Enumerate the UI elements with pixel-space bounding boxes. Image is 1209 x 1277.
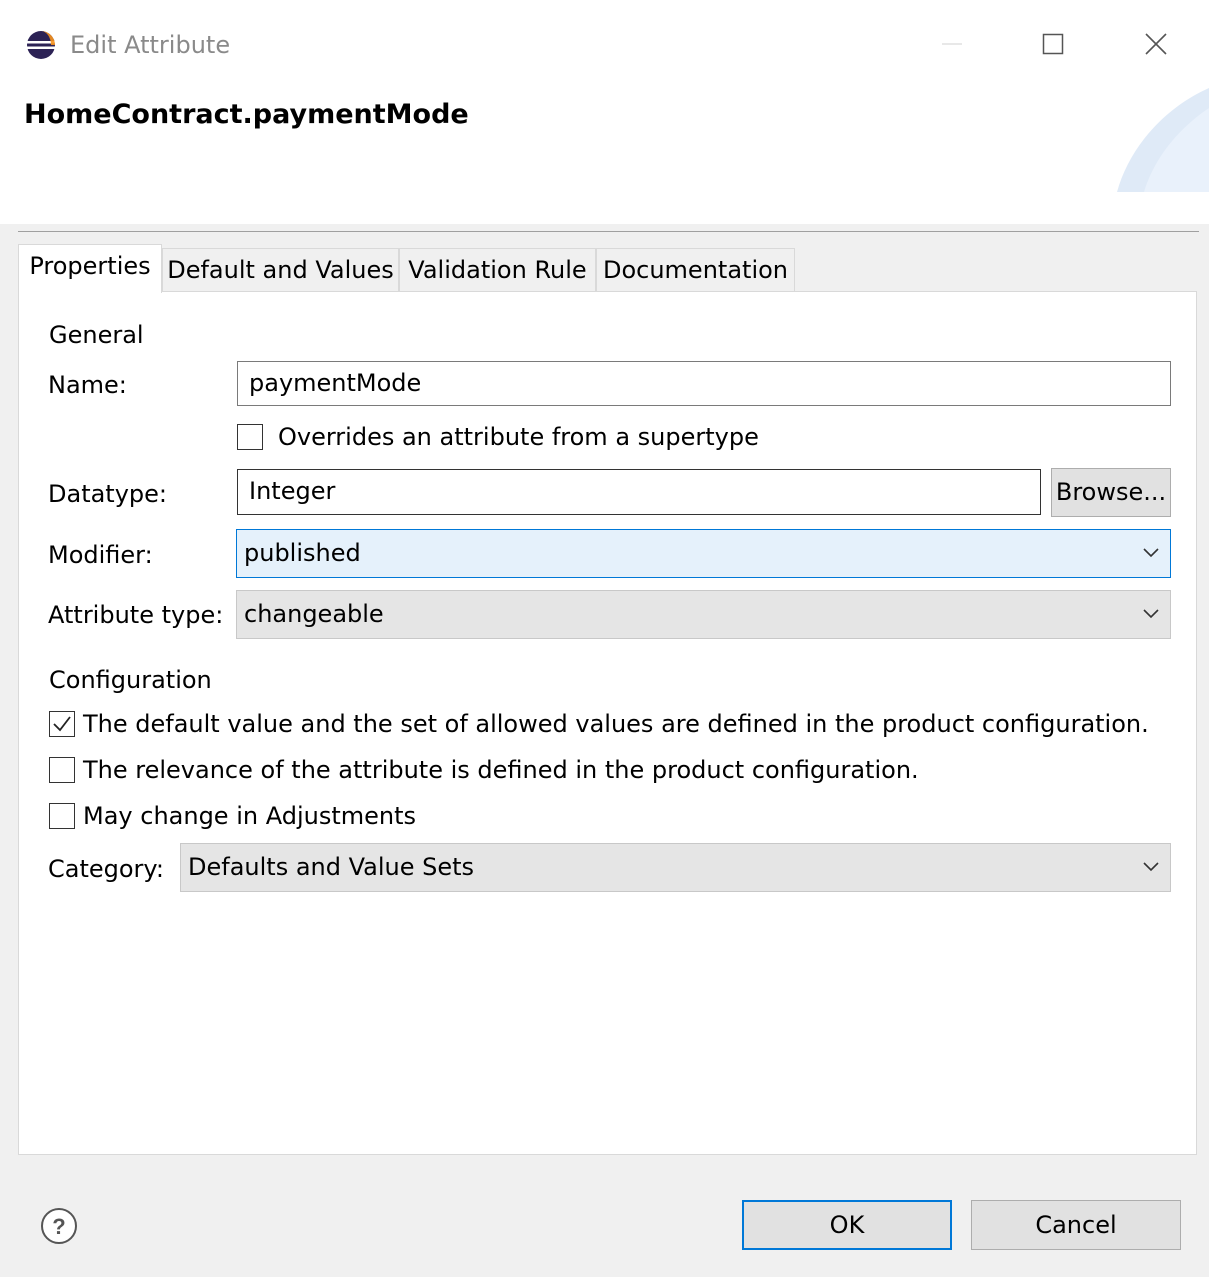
dialog-heading: HomeContract.paymentMode xyxy=(24,99,469,130)
name-field[interactable]: paymentMode xyxy=(237,361,1171,406)
help-button[interactable]: ? xyxy=(40,1207,78,1245)
maximize-icon xyxy=(1042,33,1064,55)
properties-panel: General Name: paymentMode Overrides an a… xyxy=(18,291,1197,1155)
chevron-down-icon xyxy=(1143,862,1159,872)
help-icon: ? xyxy=(41,1208,77,1244)
config-option-label-2: The relevance of the attribute is define… xyxy=(83,756,919,784)
tab-properties[interactable]: Properties xyxy=(18,244,162,293)
chevron-down-icon xyxy=(1143,548,1159,558)
modifier-value: published xyxy=(244,539,361,567)
close-icon xyxy=(1145,33,1167,55)
configuration-heading: Configuration xyxy=(49,666,212,694)
banner-graphic xyxy=(1117,88,1209,192)
general-heading: General xyxy=(49,321,144,349)
modifier-dropdown[interactable]: published xyxy=(236,529,1171,578)
edit-attribute-dialog: Edit Attribute HomeContract.paymentMode xyxy=(0,0,1209,1277)
minimize-button[interactable] xyxy=(928,22,976,66)
close-button[interactable] xyxy=(1132,22,1180,66)
overrides-label: Overrides an attribute from a supertype xyxy=(278,423,759,451)
maximize-button[interactable] xyxy=(1029,22,1077,66)
checkmark-icon xyxy=(53,716,71,732)
name-label: Name: xyxy=(48,371,127,399)
window-title: Edit Attribute xyxy=(70,31,231,59)
overrides-checkbox[interactable] xyxy=(237,424,263,450)
category-value: Defaults and Value Sets xyxy=(188,853,475,881)
minimize-icon xyxy=(942,43,962,45)
modifier-label: Modifier: xyxy=(48,541,153,569)
config-option-label-3: May change in Adjustments xyxy=(83,802,416,830)
ok-button[interactable]: OK xyxy=(742,1200,952,1250)
header-banner: HomeContract.paymentMode xyxy=(0,88,1209,224)
config-option-label-1: The default value and the set of allowed… xyxy=(83,710,1149,738)
attribute-type-label: Attribute type: xyxy=(48,601,224,629)
eclipse-icon xyxy=(26,30,56,60)
datatype-label: Datatype: xyxy=(48,480,168,508)
tab-validation-rule[interactable]: Validation Rule xyxy=(399,248,596,292)
tab-documentation[interactable]: Documentation xyxy=(596,248,795,292)
title-bar: Edit Attribute xyxy=(0,0,1209,88)
attribute-type-dropdown[interactable]: changeable xyxy=(236,590,1171,639)
config-option-checkbox-3[interactable] xyxy=(49,803,75,829)
category-label: Category: xyxy=(48,855,164,883)
attribute-type-value: changeable xyxy=(244,600,384,628)
header-separator xyxy=(18,231,1199,232)
config-option-checkbox-2[interactable] xyxy=(49,757,75,783)
tab-default-and-values[interactable]: Default and Values xyxy=(162,248,399,292)
chevron-down-icon xyxy=(1143,609,1159,619)
category-dropdown[interactable]: Defaults and Value Sets xyxy=(180,843,1171,892)
datatype-field[interactable]: Integer xyxy=(237,469,1041,515)
svg-text:?: ? xyxy=(52,1214,65,1239)
browse-button[interactable]: Browse... xyxy=(1051,468,1171,517)
cancel-button[interactable]: Cancel xyxy=(971,1200,1181,1250)
config-option-checkbox-1[interactable] xyxy=(49,711,75,737)
